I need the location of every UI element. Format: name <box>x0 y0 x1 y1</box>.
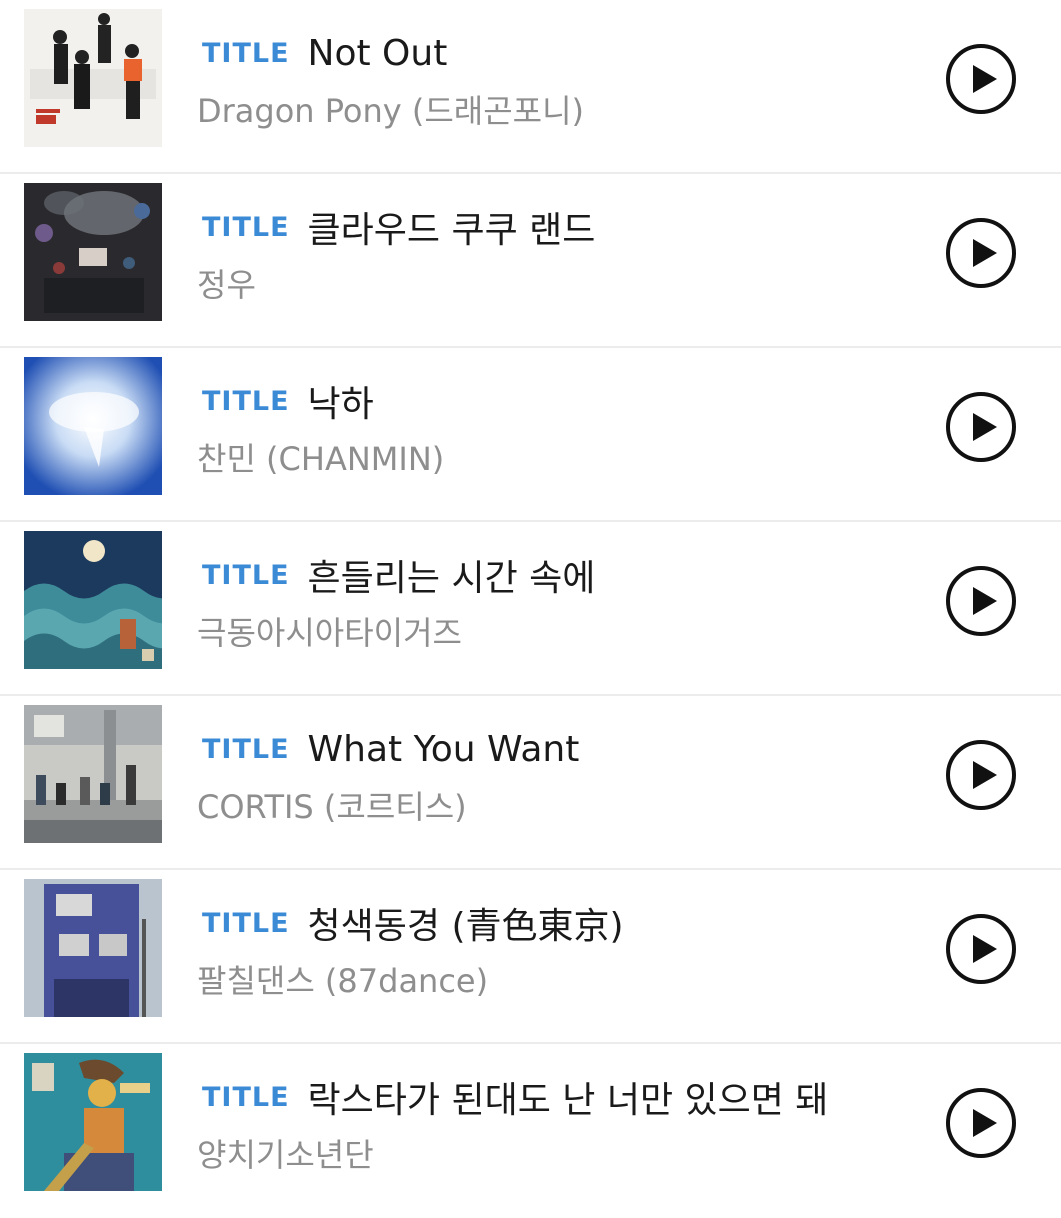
song-title[interactable]: 클라우드 쿠쿠 랜드 <box>308 201 596 253</box>
track-row[interactable]: TITLE 청색동경 (青色東京) 팔칠댄스 (87dance) <box>0 870 1061 1044</box>
play-button[interactable] <box>944 1086 1018 1160</box>
track-row[interactable]: TITLE 흔들리는 시간 속에 극동아시아타이거즈 <box>0 522 1061 696</box>
track-title-line: TITLE 락스타가 된대도 난 너만 있으면 돼 <box>202 1072 828 1122</box>
song-title[interactable]: What You Want <box>308 729 580 770</box>
album-cover[interactable] <box>24 879 162 1017</box>
play-circle-icon <box>946 44 1016 114</box>
play-button[interactable] <box>944 564 1018 638</box>
play-circle-icon <box>946 392 1016 462</box>
artist-name[interactable]: 양치기소년단 <box>197 1130 374 1176</box>
album-cover[interactable] <box>24 705 162 843</box>
song-title[interactable]: 락스타가 된대도 난 너만 있으면 돼 <box>308 1071 829 1123</box>
play-circle-icon <box>946 740 1016 810</box>
album-cover[interactable] <box>24 1053 162 1191</box>
play-circle-icon <box>946 566 1016 636</box>
track-row[interactable]: TITLE 락스타가 된대도 난 너만 있으면 돼 양치기소년단 <box>0 1044 1061 1218</box>
track-title-line: TITLE Not Out <box>202 28 447 78</box>
title-badge: TITLE <box>202 211 290 243</box>
album-cover[interactable] <box>24 357 162 495</box>
artist-name[interactable]: CORTIS (코르티스) <box>197 782 467 828</box>
album-cover[interactable] <box>24 9 162 147</box>
play-circle-icon <box>946 914 1016 984</box>
track-title-line: TITLE 클라우드 쿠쿠 랜드 <box>202 202 595 252</box>
track-title-line: TITLE 흔들리는 시간 속에 <box>202 550 595 600</box>
artist-name[interactable]: 찬민 (CHANMIN) <box>197 434 444 480</box>
title-badge: TITLE <box>202 37 290 69</box>
track-row[interactable]: TITLE Not Out Dragon Pony (드래곤포니) <box>0 0 1061 174</box>
track-row[interactable]: TITLE 클라우드 쿠쿠 랜드 정우 <box>0 174 1061 348</box>
play-circle-icon <box>946 218 1016 288</box>
title-badge: TITLE <box>202 385 290 417</box>
album-cover[interactable] <box>24 183 162 321</box>
track-title-line: TITLE What You Want <box>202 724 579 774</box>
title-badge: TITLE <box>202 559 290 591</box>
track-row[interactable]: TITLE What You Want CORTIS (코르티스) <box>0 696 1061 870</box>
play-button[interactable] <box>944 738 1018 812</box>
artist-name[interactable]: Dragon Pony (드래곤포니) <box>197 86 584 132</box>
play-circle-icon <box>946 1088 1016 1158</box>
track-row[interactable]: TITLE 낙하 찬민 (CHANMIN) <box>0 348 1061 522</box>
artist-name[interactable]: 극동아시아타이거즈 <box>197 608 462 654</box>
song-title[interactable]: 흔들리는 시간 속에 <box>308 549 596 601</box>
play-button[interactable] <box>944 912 1018 986</box>
title-badge: TITLE <box>202 1081 290 1113</box>
title-badge: TITLE <box>202 907 290 939</box>
play-button[interactable] <box>944 390 1018 464</box>
title-badge: TITLE <box>202 733 290 765</box>
track-title-line: TITLE 청색동경 (青色東京) <box>202 898 624 948</box>
track-title-line: TITLE 낙하 <box>202 376 374 426</box>
artist-name[interactable]: 팔칠댄스 (87dance) <box>197 956 488 1002</box>
album-cover[interactable] <box>24 531 162 669</box>
play-button[interactable] <box>944 216 1018 290</box>
song-title[interactable]: 청색동경 (青色東京) <box>308 897 624 949</box>
track-list: TITLE Not Out Dragon Pony (드래곤포니) TITLE … <box>0 0 1061 1200</box>
song-title[interactable]: Not Out <box>308 33 448 74</box>
artist-name[interactable]: 정우 <box>197 260 256 306</box>
play-button[interactable] <box>944 42 1018 116</box>
song-title[interactable]: 낙하 <box>308 375 374 427</box>
